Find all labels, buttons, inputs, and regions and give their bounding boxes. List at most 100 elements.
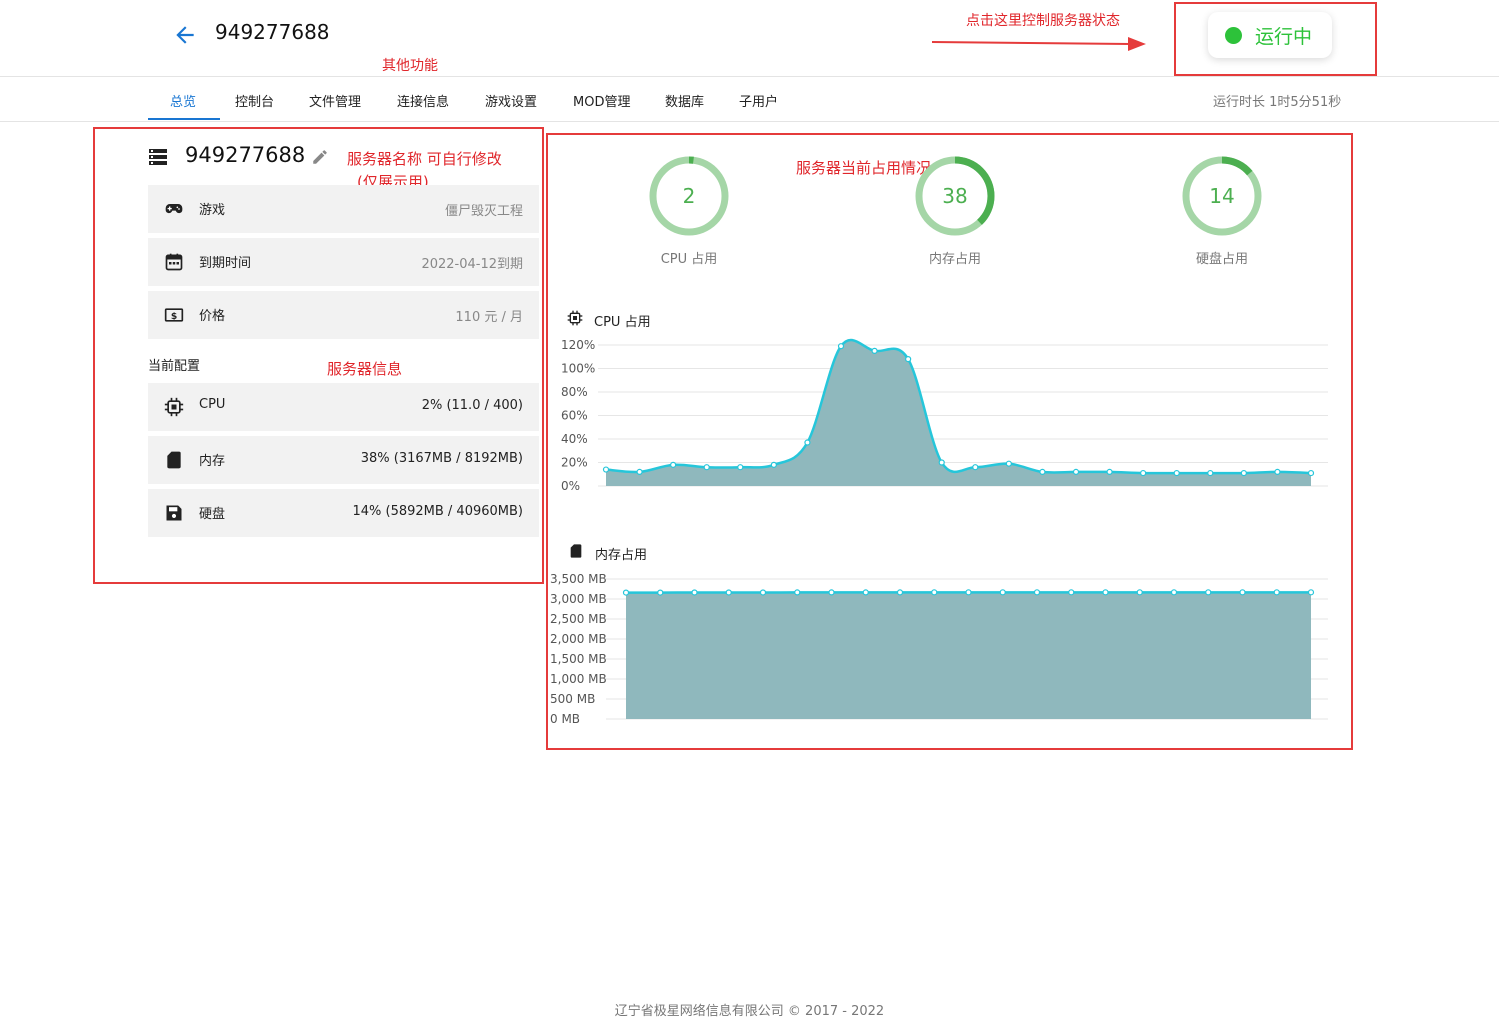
- data-point: [828, 589, 835, 596]
- data-point: [931, 589, 938, 596]
- y-tick-label: 60%: [561, 409, 588, 423]
- data-point: [1307, 589, 1315, 596]
- y-tick-label: 20%: [561, 456, 588, 470]
- info-row-price: $ 价格 110 元 / 月: [148, 291, 539, 339]
- svg-text:$: $: [171, 311, 177, 322]
- annotation-control-status: 点击这里控制服务器状态: [966, 13, 1120, 29]
- tab-mod-manager[interactable]: MOD管理: [573, 91, 630, 110]
- status-running-dot-icon: [1225, 26, 1242, 44]
- ring-disk-value: 14: [1209, 184, 1235, 208]
- memory-chart-title: 内存占用: [595, 548, 648, 563]
- data-point: [1207, 469, 1214, 477]
- y-tick-label: 100%: [561, 362, 595, 376]
- y-tick-label: 120%: [561, 338, 595, 352]
- data-point: [1102, 589, 1109, 596]
- data-point: [1072, 468, 1080, 475]
- data-point: [938, 459, 945, 466]
- info-value-price: 110 元 / 月: [455, 310, 523, 325]
- data-point: [1239, 589, 1246, 596]
- data-point: [670, 461, 677, 468]
- memory-card-icon: [167, 451, 181, 469]
- data-point: [804, 439, 811, 446]
- series-area: [606, 340, 1311, 486]
- tab-sub-users[interactable]: 子用户: [739, 91, 778, 110]
- data-point: [737, 464, 744, 471]
- calendar-icon: [165, 253, 183, 271]
- tab-overview[interactable]: 总览: [170, 91, 196, 110]
- y-tick-label: 500 MB: [550, 692, 595, 706]
- config-label-cpu: CPU: [199, 397, 226, 412]
- memory-usage-chart: 0 MB 500 MB 1,000 MB 1,500 MB 2,000 MB 2,500 …: [550, 572, 1328, 726]
- data-point: [691, 589, 698, 596]
- data-point: [999, 589, 1006, 596]
- config-row-memory: 内存 38% (3167MB / 8192MB): [148, 436, 539, 484]
- config-value-memory: 38% (3167MB / 8192MB): [360, 451, 523, 466]
- server-name: 949277688: [185, 143, 306, 167]
- config-value-cpu: 2% (11.0 / 400): [421, 398, 523, 413]
- data-point: [1136, 589, 1143, 596]
- annotation-arrow-icon: [931, 37, 1146, 51]
- data-point: [1240, 469, 1247, 477]
- info-label-game: 游戏: [199, 203, 226, 218]
- y-tick-label: 0 MB: [550, 712, 580, 726]
- uptime-text: 运行时长 1时5分51秒: [1213, 95, 1342, 110]
- data-point: [1273, 589, 1280, 596]
- data-point: [837, 343, 845, 350]
- annotation-other-functions: 其他功能: [382, 58, 438, 74]
- edit-pencil-icon[interactable]: [311, 148, 329, 166]
- data-point: [770, 461, 777, 468]
- y-tick-label: 3,000 MB: [550, 592, 607, 606]
- status-label: 运行中: [1255, 25, 1313, 48]
- chip-icon: [164, 397, 184, 417]
- info-row-game: 游戏 僵尸毁灭工程: [148, 185, 539, 233]
- data-point: [972, 464, 979, 471]
- series-area: [626, 592, 1311, 719]
- info-label-expiry: 到期时间: [199, 256, 252, 271]
- config-row-disk: 硬盘 14% (5892MB / 40960MB): [148, 489, 539, 537]
- server-list-icon: [149, 149, 167, 165]
- gamepad-icon: [165, 204, 183, 214]
- cpu-chart-title: CPU 占用: [594, 315, 651, 330]
- tab-database[interactable]: 数据库: [665, 91, 704, 110]
- data-point: [636, 468, 643, 475]
- floppy-disk-icon: [166, 505, 182, 521]
- tab-game-settings[interactable]: 游戏设置: [485, 91, 537, 110]
- annotation-usage: 服务器当前占用情况: [796, 159, 932, 177]
- annotation-server-name: 服务器名称 可自行修改: [347, 150, 502, 168]
- y-tick-label: 1,000 MB: [550, 672, 607, 686]
- data-point: [1068, 589, 1075, 596]
- data-point: [759, 589, 767, 596]
- data-point: [725, 589, 732, 596]
- y-tick-label: 2,000 MB: [550, 632, 607, 646]
- y-tick-label: 80%: [561, 385, 588, 399]
- data-point: [905, 356, 912, 363]
- server-status-button[interactable]: 运行中: [1208, 12, 1332, 58]
- cpu-usage-chart: 0% 20% 40% 60% 80% 100% 120%: [561, 338, 1328, 493]
- active-tab-indicator: [148, 118, 220, 120]
- back-arrow-icon[interactable]: [172, 22, 198, 48]
- data-point: [1274, 468, 1281, 475]
- config-row-cpu: CPU 2% (11.0 / 400): [148, 383, 539, 431]
- data-point: [1033, 589, 1041, 596]
- y-tick-label: 0%: [561, 479, 580, 493]
- data-point: [1205, 589, 1212, 596]
- tab-console[interactable]: 控制台: [235, 91, 274, 110]
- data-point: [1173, 469, 1180, 477]
- tab-connection-info[interactable]: 连接信息: [397, 91, 449, 110]
- ring-memory-label: 内存占用: [928, 252, 981, 267]
- data-point: [622, 589, 630, 596]
- ring-cpu-label: CPU 占用: [660, 252, 718, 267]
- data-point: [602, 466, 610, 473]
- ring-cpu-value: 2: [682, 184, 696, 208]
- y-tick-label: 1,500 MB: [550, 652, 607, 666]
- tab-file-manager[interactable]: 文件管理: [309, 91, 361, 110]
- data-point: [794, 589, 801, 596]
- y-tick-label: 40%: [561, 432, 588, 446]
- ring-memory-value: 38: [942, 184, 968, 208]
- data-point: [965, 589, 972, 596]
- ring-disk-label: 硬盘占用: [1195, 252, 1248, 267]
- data-point: [1005, 460, 1012, 467]
- data-point: [1106, 468, 1113, 475]
- config-value-disk: 14% (5892MB / 40960MB): [352, 504, 523, 519]
- data-point: [1170, 589, 1178, 596]
